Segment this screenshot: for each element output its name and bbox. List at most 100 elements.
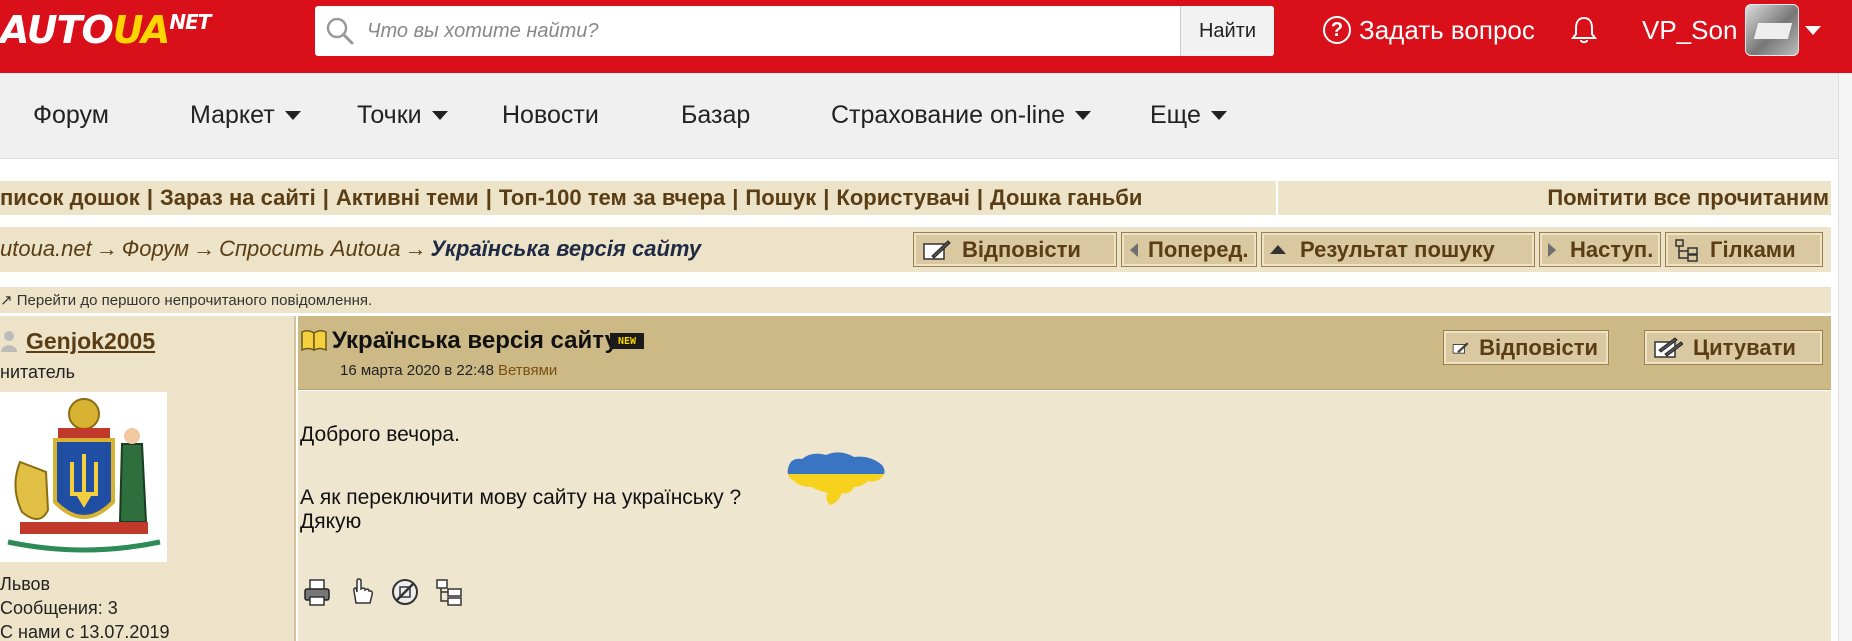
- page-scrollbar[interactable]: [1838, 73, 1852, 641]
- nav-item-label: Базар: [681, 101, 751, 129]
- link-boards-list[interactable]: писок дошок: [0, 185, 140, 211]
- chevron-down-icon: [431, 111, 448, 120]
- reply-button[interactable]: Відповісти: [913, 232, 1117, 267]
- post-reply-button[interactable]: Відповісти: [1443, 330, 1609, 365]
- nav-item-label: Точки: [357, 101, 422, 129]
- post-text-line: Дякую: [300, 510, 362, 533]
- breadcrumb-current: Українська версія сайту: [430, 236, 702, 261]
- user-avatar: [1745, 4, 1800, 56]
- nav-item-label: Страхование on-line: [831, 101, 1066, 129]
- chevron-down-icon: [1075, 111, 1092, 120]
- open-book-icon: [301, 329, 327, 351]
- chevron-down-icon: [1210, 111, 1227, 120]
- breadcrumb-site[interactable]: utoua.net: [0, 236, 92, 261]
- arrow-right-icon: [1548, 242, 1556, 257]
- post-header: Українська версія сайту NEW 16 марта 202…: [298, 316, 1831, 390]
- user-icon: [1, 331, 17, 352]
- username: VP_Son: [1642, 14, 1738, 45]
- link-online-now[interactable]: Зараз на сайті: [160, 185, 316, 211]
- ukraine-flag-map-icon: [787, 452, 885, 505]
- logo-text-auto: AUTO: [0, 8, 114, 52]
- site-logo[interactable]: AUTOUANET: [0, 8, 211, 52]
- nav-item-points[interactable]: Точки: [357, 101, 448, 130]
- separator: |: [976, 185, 983, 210]
- link-shame-board[interactable]: Дошка ганьби: [990, 185, 1142, 211]
- post-date-text: 16 марта 2020 в 22:48: [340, 362, 494, 379]
- main-nav: Форум Маркет Точки Новости Базар Страхов…: [0, 73, 1838, 159]
- nav-item-insurance[interactable]: Страхование on-line: [831, 101, 1092, 130]
- post-text-line: Доброго вечора.: [300, 423, 460, 446]
- link-search[interactable]: Пошук: [745, 185, 816, 211]
- search-result-button-label: Результат пошуку: [1300, 236, 1495, 262]
- breadcrumb-arrow: →: [404, 236, 427, 261]
- post-tools: [302, 577, 478, 607]
- next-button[interactable]: Наступ.: [1539, 232, 1661, 267]
- new-badge: NEW: [610, 333, 644, 349]
- ask-question-label: Задать вопрос: [1359, 14, 1535, 45]
- separator: |: [322, 185, 329, 210]
- mark-all-read-link[interactable]: Помітити все прочитаним: [1278, 181, 1831, 215]
- forum-links-bar: писок дошок | Зараз на сайті | Активні тем…: [0, 181, 1276, 215]
- link-users[interactable]: Користувачі: [836, 185, 969, 211]
- author-role: нитатель: [0, 362, 75, 382]
- post-text-line: А як переключити мову сайту на українськ…: [300, 486, 742, 509]
- threads-view-button-label: Гілками: [1710, 236, 1796, 262]
- next-button-label: Наступ.: [1570, 236, 1654, 262]
- separator: |: [732, 185, 739, 210]
- link-top-100[interactable]: Топ-100 тем за вчера: [499, 185, 725, 211]
- prev-button-label: Поперед.: [1148, 236, 1249, 262]
- ask-question-button[interactable]: ? Задать вопрос: [1323, 12, 1535, 48]
- breadcrumb: utoua.net → Форум → Спросить Autoua → Українсь…: [0, 236, 701, 262]
- breadcrumb-arrow: →: [95, 236, 118, 261]
- arrow-left-icon: [1130, 242, 1138, 257]
- chevron-down-icon: [1805, 25, 1822, 35]
- breadcrumb-section[interactable]: Спросить Autoua: [219, 236, 400, 261]
- chevron-down-icon: [284, 111, 301, 120]
- quote-button[interactable]: Цитувати: [1644, 330, 1823, 365]
- threads-icon[interactable]: [434, 577, 464, 607]
- threads-view-button[interactable]: Гілками: [1665, 232, 1823, 267]
- question-icon: ?: [1323, 16, 1351, 44]
- reply-pencil-icon: [923, 239, 951, 260]
- arrow-up-icon: [1270, 245, 1286, 254]
- author-avatar-coat-of-arms: [0, 392, 167, 562]
- nav-item-label: Форум: [33, 101, 109, 129]
- hand-pointer-icon[interactable]: [346, 577, 376, 607]
- nav-item-label: Еще: [1150, 101, 1201, 129]
- print-icon[interactable]: [302, 577, 332, 607]
- separator: |: [823, 185, 830, 210]
- jump-to-unread-link[interactable]: ↗ Перейти до першого непрочитаного повід…: [0, 287, 1831, 313]
- user-menu[interactable]: VP_Son: [1642, 4, 1822, 56]
- separator: |: [485, 185, 492, 210]
- reply-pencil-icon: [1452, 341, 1469, 354]
- nav-item-more[interactable]: Еще: [1150, 101, 1227, 130]
- search-input[interactable]: [367, 14, 1187, 48]
- nav-item-bazaar[interactable]: Базар: [681, 101, 750, 130]
- threads-icon: [1675, 238, 1698, 262]
- logo-text-ua: UA: [112, 8, 171, 52]
- link-active-topics[interactable]: Активні теми: [336, 185, 479, 211]
- bell-icon[interactable]: [1568, 14, 1600, 46]
- nav-item-market[interactable]: Маркет: [190, 101, 301, 130]
- prev-button[interactable]: Поперед.: [1121, 232, 1257, 267]
- search-button[interactable]: Найти: [1180, 6, 1274, 56]
- search-box: Найти: [315, 6, 1274, 56]
- post-body: Доброго вечора. А як переключити мову са…: [298, 391, 1831, 641]
- reply-button-label: Відповісти: [962, 236, 1081, 262]
- author-name-link[interactable]: Genjok2005: [26, 328, 155, 355]
- post-reply-button-label: Відповісти: [1479, 334, 1598, 360]
- nav-item-news[interactable]: Новости: [502, 101, 599, 130]
- separator: |: [146, 185, 153, 210]
- quote-button-label: Цитувати: [1693, 334, 1796, 360]
- breadcrumb-bar: utoua.net → Форум → Спросить Autoua → Українсь…: [0, 227, 1831, 272]
- nav-item-forum[interactable]: Форум: [33, 101, 109, 130]
- search-icon: [326, 17, 354, 45]
- breadcrumb-forum[interactable]: Форум: [122, 236, 189, 261]
- post-date: 16 марта 2020 в 22:48 Ветвями: [340, 362, 557, 379]
- search-result-button[interactable]: Результат пошуку: [1261, 232, 1535, 267]
- quote-pencil-icon: [1654, 336, 1683, 358]
- post-author-panel: Genjok2005 нитатель Львов Сообщения: 3 С…: [0, 316, 296, 641]
- forbidden-icon[interactable]: [390, 577, 420, 607]
- top-header: AUTOUANET Найти ? Задать вопрос VP_Son: [0, 0, 1852, 73]
- tree-view-link[interactable]: Ветвями: [498, 362, 557, 379]
